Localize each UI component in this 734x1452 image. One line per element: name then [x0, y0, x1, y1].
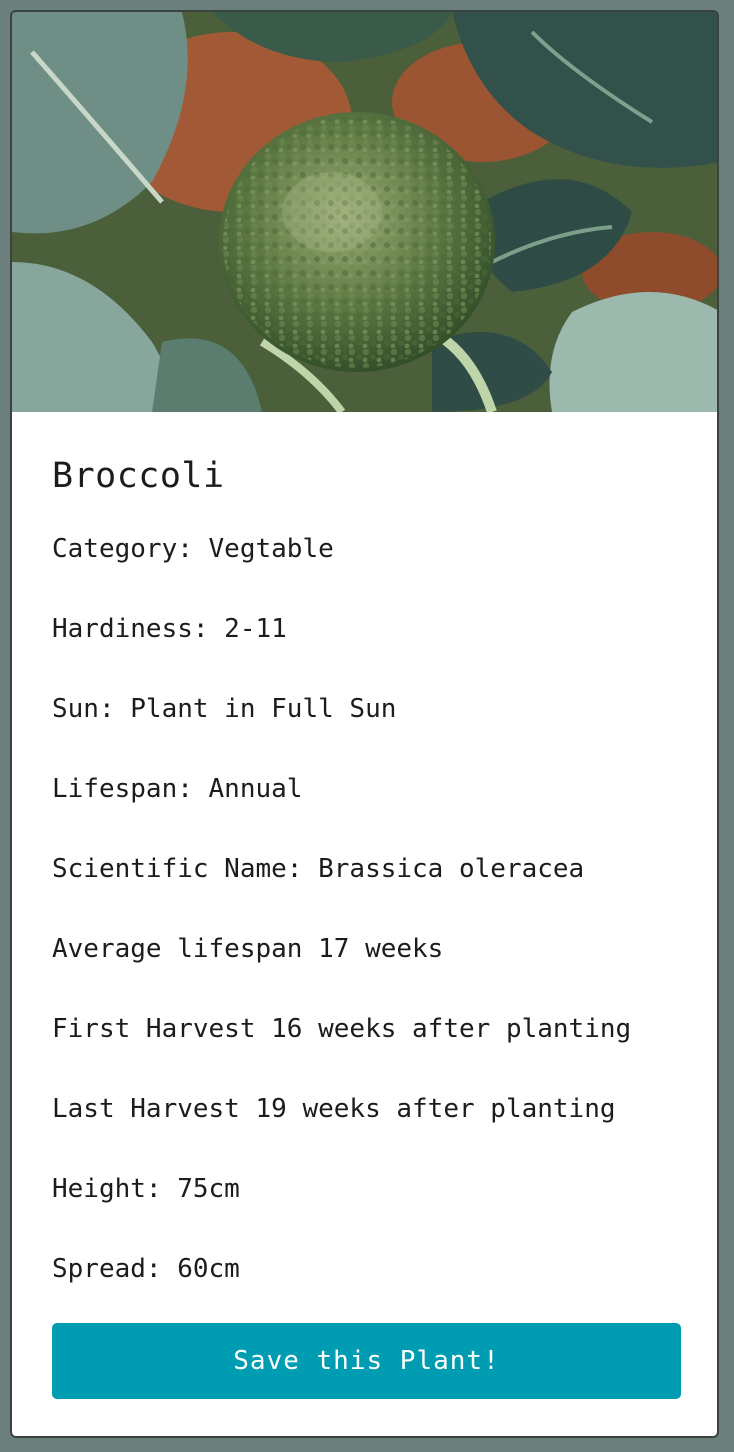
plant-photo [12, 12, 717, 412]
fact-scientific-name: Scientific Name: Brassica oleracea [52, 854, 585, 884]
fact-first-harvest: First Harvest 16 weeks after planting [52, 1014, 632, 1044]
plant-name: Broccoli [52, 456, 225, 496]
fact-height: Height: 75cm [52, 1174, 240, 1204]
fact-hardiness: Hardiness: 2-11 [52, 614, 287, 644]
fact-lifespan: Lifespan: Annual [52, 774, 303, 804]
fact-last-harvest: Last Harvest 19 weeks after planting [52, 1094, 616, 1124]
fact-spread: Spread: 60cm [52, 1254, 240, 1284]
fact-sun: Sun: Plant in Full Sun [52, 694, 397, 724]
save-plant-button[interactable]: Save this Plant! [52, 1323, 681, 1399]
fact-average-lifespan: Average lifespan 17 weeks [52, 934, 444, 964]
fact-category: Category: Vegtable [52, 534, 334, 564]
plant-facts-list: Category: Vegtable Hardiness: 2-11 Sun: … [52, 532, 631, 1332]
plant-card: Broccoli Category: Vegtable Hardiness: 2… [10, 10, 719, 1438]
